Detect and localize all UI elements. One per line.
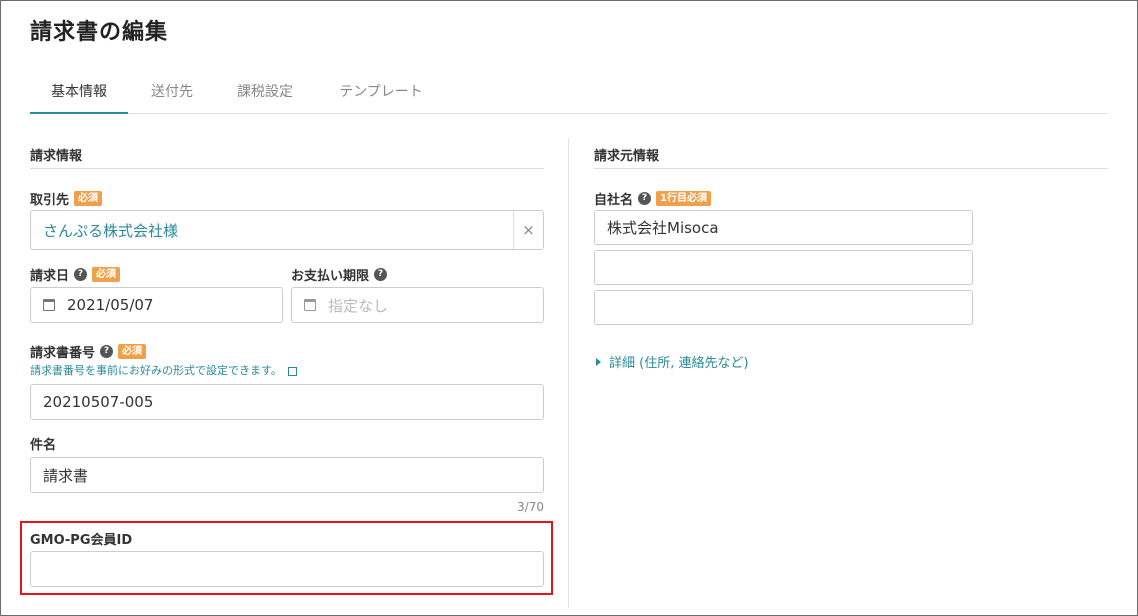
help-icon[interactable]: ? [100, 345, 114, 358]
details-toggle-link[interactable]: 詳細 (住所, 連絡先など) [596, 352, 749, 371]
subject-label-text: 件名 [30, 438, 57, 453]
client-field[interactable]: さんぷる株式会社様 × [30, 210, 544, 250]
company-name-label: 自社名 ? 1行目必須 [594, 189, 711, 208]
clear-client-icon[interactable]: × [513, 211, 543, 249]
due-date-field[interactable]: 指定なし [291, 287, 544, 323]
company-name-line-1[interactable]: 株式会社Misoca [594, 210, 973, 245]
tab-template[interactable]: テンプレート [326, 76, 436, 114]
calendar-icon [43, 299, 55, 311]
billing-section-title: 請求情報 [30, 149, 83, 164]
tab-basic-info[interactable]: 基本情報 [30, 76, 128, 114]
details-link-label: 詳細 (住所, 連絡先など) [609, 356, 749, 371]
invoice-number-hint-text: 請求書番号を事前にお好みの形式で設定できます。 [30, 364, 282, 377]
tab-tax-settings[interactable]: 課税設定 [222, 76, 308, 114]
invoice-date-label-text: 請求日 [30, 269, 70, 284]
client-value: さんぷる株式会社様 [43, 221, 179, 240]
due-date-label: お支払い期限 ? [291, 265, 388, 284]
due-date-label-text: お支払い期限 [291, 269, 370, 284]
external-link-icon [287, 366, 297, 376]
gmo-member-id-label-text: GMO-PG会員ID [30, 533, 133, 548]
help-icon[interactable]: ? [374, 268, 388, 281]
column-divider [568, 138, 569, 608]
invoice-number-label-text: 請求書番号 [30, 346, 96, 361]
invoice-number-value: 20210507-005 [43, 393, 154, 411]
company-name-line-3[interactable] [594, 290, 973, 325]
subject-label: 件名 [30, 434, 56, 453]
required-badge: 必須 [118, 344, 147, 359]
issuer-section-rule [594, 168, 1108, 169]
page-title: 請求書の編集 [30, 20, 169, 45]
company-name-label-text: 自社名 [594, 193, 634, 208]
subject-value: 請求書 [43, 466, 89, 485]
help-icon[interactable]: ? [74, 268, 88, 281]
calendar-icon [304, 299, 316, 311]
issuer-section-title: 請求元情報 [594, 149, 660, 164]
company-name-line-1-value: 株式会社Misoca [607, 219, 719, 237]
caret-right-icon [596, 357, 601, 366]
invoice-number-field[interactable]: 20210507-005 [30, 384, 544, 420]
invoice-number-label: 請求書番号 ? 必須 [30, 342, 147, 361]
tab-recipient[interactable]: 送付先 [140, 76, 204, 114]
required-badge: 必須 [92, 267, 121, 282]
company-name-line-2[interactable] [594, 250, 973, 285]
subject-char-counter: 3/70 [517, 500, 544, 514]
invoice-number-hint-link[interactable]: 請求書番号を事前にお好みの形式で設定できます。 [30, 362, 297, 378]
first-line-required-badge: 1行目必須 [656, 191, 711, 206]
invoice-date-field[interactable]: 2021/05/07 [30, 287, 283, 323]
client-label: 取引先 必須 [30, 189, 103, 208]
required-badge: 必須 [74, 191, 103, 206]
gmo-member-id-field[interactable] [30, 551, 544, 587]
tab-bar: 基本情報 送付先 課税設定 テンプレート [30, 76, 1108, 114]
invoice-date-value: 2021/05/07 [67, 296, 154, 314]
subject-field[interactable]: 請求書 [30, 457, 544, 493]
due-date-placeholder: 指定なし [328, 296, 389, 315]
billing-section-rule [30, 168, 544, 169]
invoice-date-label: 請求日 ? 必須 [30, 265, 121, 284]
client-label-text: 取引先 [30, 193, 70, 208]
help-icon[interactable]: ? [638, 192, 652, 205]
gmo-member-id-label: GMO-PG会員ID [30, 529, 132, 548]
